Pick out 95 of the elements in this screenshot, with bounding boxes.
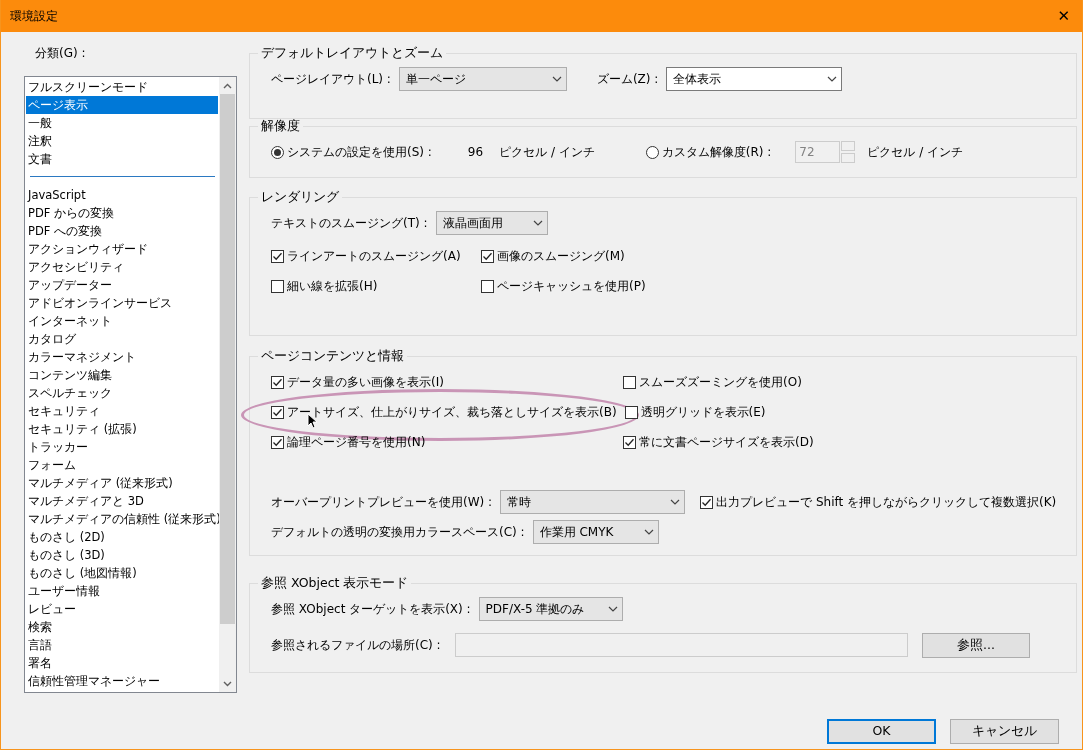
category-item[interactable]: カタログ xyxy=(26,330,218,348)
checkbox-label[interactable]: 細い線を拡張(H) xyxy=(287,277,378,295)
group-title: ページコンテンツと情報 xyxy=(260,348,405,364)
checkbox[interactable] xyxy=(623,435,636,449)
dropdown[interactable]: 単一ページ xyxy=(398,67,567,91)
category-item[interactable]: 署名 xyxy=(26,654,218,672)
checkbox-label[interactable]: 出力プレビューで Shift を押しながらクリックして複数選択(K) xyxy=(716,493,1057,511)
field-label: 参照 XObject ターゲットを表示(X) : xyxy=(271,601,471,618)
caret-icon xyxy=(643,529,654,535)
group-title: 参照 XObject 表示モード xyxy=(260,575,410,591)
category-item[interactable]: ものさし (3D) xyxy=(26,546,218,564)
resolution-value: 96 xyxy=(467,144,484,161)
category-item[interactable]: PDF への変換 xyxy=(26,222,218,240)
ok-button[interactable]: OK xyxy=(827,719,936,744)
close-button[interactable]: ✕ xyxy=(1051,4,1076,28)
category-item[interactable]: 文書 xyxy=(26,150,218,168)
category-item[interactable]: セキュリティ (拡張) xyxy=(26,420,218,438)
checkbox[interactable] xyxy=(624,405,638,419)
checkbox-label[interactable]: スムーズズーミングを使用(O) xyxy=(639,373,802,391)
scroll-thumb[interactable] xyxy=(220,94,235,624)
field-label: テキストのスムージング(T) : xyxy=(271,215,428,232)
dropdown[interactable]: 常時 xyxy=(500,490,686,514)
category-item[interactable]: 信頼性管理マネージャー xyxy=(26,672,218,690)
checkbox[interactable] xyxy=(700,495,714,509)
radio-button[interactable] xyxy=(271,145,284,159)
category-item[interactable]: トラッカー xyxy=(26,438,218,456)
number-field: 72 xyxy=(795,141,841,163)
checkbox-label[interactable]: アートサイズ、仕上がりサイズ、裁ち落としサイズを表示(B) xyxy=(287,403,617,421)
checkbox[interactable] xyxy=(481,279,494,293)
category-item[interactable]: 一般 xyxy=(26,114,218,132)
caret-icon xyxy=(532,220,543,226)
category-item[interactable]: アクションウィザード xyxy=(26,240,218,258)
group-title: 解像度 xyxy=(260,118,301,134)
dropdown[interactable]: 作業用 CMYK xyxy=(532,520,659,544)
field-label: オーバープリントプレビューを使用(W) : xyxy=(271,494,493,511)
field-label: 参照されるファイルの場所(C) : xyxy=(271,637,442,654)
category-item[interactable]: コンテンツ編集 xyxy=(26,366,218,384)
category-item[interactable]: ページ表示 xyxy=(26,96,218,114)
checkbox[interactable] xyxy=(481,249,494,263)
category-item[interactable]: アクセシビリティ xyxy=(26,258,218,276)
checkbox[interactable] xyxy=(623,375,636,389)
caret-icon xyxy=(551,76,562,82)
category-list[interactable] xyxy=(24,76,237,693)
category-item[interactable]: フルスクリーンモード xyxy=(26,78,218,96)
category-item[interactable]: PDF からの変換 xyxy=(26,204,218,222)
checkbox-label[interactable]: 論理ページ番号を使用(N) xyxy=(287,433,426,451)
checkbox[interactable] xyxy=(271,249,284,263)
checkbox[interactable] xyxy=(271,405,284,419)
checkbox-label[interactable]: 透明グリッドを表示(E) xyxy=(640,403,766,421)
radio-button[interactable] xyxy=(645,145,659,159)
category-label: 分類(G) : xyxy=(35,45,87,61)
checkbox[interactable] xyxy=(271,375,284,389)
dropdown[interactable]: 全体表示 xyxy=(666,67,843,91)
category-item[interactable]: フォーム xyxy=(26,456,218,474)
radio-label[interactable]: システムの設定を使用(S) : xyxy=(287,143,432,161)
field-label: デフォルトの透明の変換用カラースペース(C) : xyxy=(271,524,525,541)
category-item[interactable]: インターネット xyxy=(26,312,218,330)
group-title: デフォルトレイアウトとズーム xyxy=(260,45,444,61)
checkbox-label[interactable]: 常に文書ページサイズを表示(D) xyxy=(639,433,814,451)
category-item[interactable]: マルチメディア (従来形式) xyxy=(26,474,218,492)
unit-label: ピクセル / インチ xyxy=(499,144,595,161)
checkbox-label[interactable]: ページキャッシュを使用(P) xyxy=(497,277,646,295)
category-item[interactable]: マルチメディアの信頼性 (従来形式) xyxy=(26,510,218,528)
checkbox[interactable] xyxy=(271,279,284,293)
category-item[interactable]: ものさし (地図情報) xyxy=(26,564,218,582)
category-item[interactable]: ユーザー情報 xyxy=(26,582,218,600)
category-item[interactable]: 検索 xyxy=(26,618,218,636)
caret-icon xyxy=(670,499,681,505)
category-item[interactable]: JavaScript xyxy=(26,186,218,204)
caret-icon xyxy=(607,606,618,612)
checkbox-label[interactable]: データ量の多い画像を表示(I) xyxy=(287,373,444,391)
category-item[interactable]: スペルチェック xyxy=(26,384,218,402)
window-title: 環境設定 xyxy=(10,8,58,25)
field-label: ページレイアウト(L) : xyxy=(271,71,391,88)
field-label: ズーム(Z) : xyxy=(596,71,659,88)
category-item[interactable]: 言語 xyxy=(26,636,218,654)
category-item[interactable]: レビュー xyxy=(26,600,218,618)
category-item[interactable]: アップデーター xyxy=(26,276,218,294)
category-item[interactable]: カラーマネジメント xyxy=(26,348,218,366)
category-item[interactable]: ものさし (2D) xyxy=(26,528,218,546)
radio-label[interactable]: カスタム解像度(R) : xyxy=(661,143,772,161)
category-item[interactable]: セキュリティ xyxy=(26,402,218,420)
checkbox[interactable] xyxy=(271,435,284,449)
unit-label: ピクセル / インチ xyxy=(867,144,964,161)
browse-button[interactable]: 参照... xyxy=(922,632,1030,658)
category-item[interactable]: 注釈 xyxy=(26,132,218,150)
caret-icon xyxy=(827,76,838,82)
category-item[interactable]: アドビオンラインサービス xyxy=(26,294,218,312)
category-item[interactable]: マルチメディアと 3D xyxy=(26,492,218,510)
checkbox-label[interactable]: ラインアートのスムージング(A) xyxy=(287,247,461,265)
cancel-button[interactable]: キャンセル xyxy=(950,719,1059,744)
checkbox-label[interactable]: 画像のスムージング(M) xyxy=(497,247,625,265)
dropdown[interactable]: 液晶画面用 xyxy=(435,211,548,235)
group-title: レンダリング xyxy=(260,189,340,205)
dropdown[interactable]: PDF/X-5 準拠のみ xyxy=(478,597,623,621)
